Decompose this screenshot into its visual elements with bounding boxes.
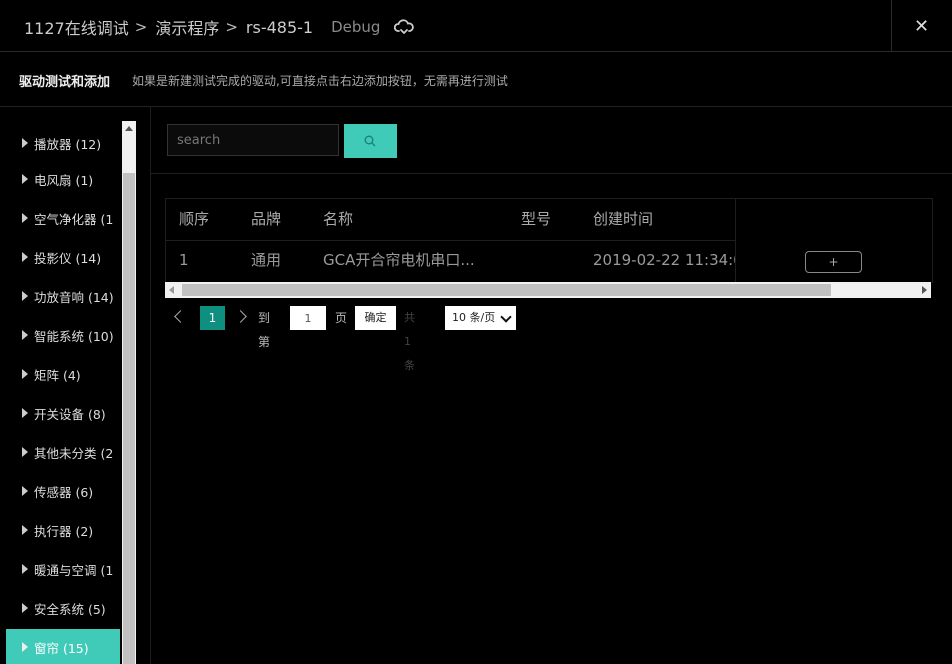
search-button[interactable] [344,124,397,158]
caret-right-icon [22,330,28,340]
scroll-left-arrow-icon[interactable] [169,286,174,294]
scroll-up-arrow-icon[interactable] [122,121,136,137]
caret-right-icon [22,408,28,418]
table-horizontal-scrollbar[interactable] [165,282,931,298]
sidebar-item-label: 暖通与空调 (1 [34,562,114,578]
sidebar-item-label: 其他未分类 (2 [34,445,114,461]
search-input[interactable] [167,124,339,156]
column-header-model: 型号 [521,210,552,228]
page-size-select[interactable]: 10 条/页 [445,306,516,330]
cell-created: 2019-02-22 11:34:0 [593,251,735,269]
sidebar-item-label: 空气净化器 (1 [34,211,114,227]
dialog-header: 1127在线调试 > 演示程序 > rs-485-1 Debug ✕ [0,0,952,52]
total-count: 共 1 条 [404,311,415,372]
sidebar-item[interactable]: 传感器 (6) [6,473,120,509]
page-unit-label: 页 [335,311,348,325]
sidebar-item[interactable]: 执行器 (2) [6,512,120,548]
action-column: + [735,199,932,283]
goto-confirm-button[interactable]: 确定 [355,306,396,330]
sidebar-item[interactable]: 电风扇 (1) [6,161,120,197]
sidebar-item-label: 播放器 (12) [34,136,102,152]
breadcrumb-separator: > [134,18,148,36]
caret-right-icon [22,252,28,262]
sidebar-item-label: 传感器 (6) [34,484,94,500]
column-header-order: 顺序 [179,210,210,228]
breadcrumb-separator: > [225,18,238,36]
sidebar-item[interactable]: 矩阵 (4) [6,356,120,392]
caret-right-icon [22,603,28,613]
debug-mode-label: Debug [331,18,381,36]
sidebar-item[interactable]: 暖通与空调 (1 [6,551,120,587]
sidebar-item-label: 安全系统 (5) [34,601,106,617]
column-header-created: 创建时间 [593,210,654,228]
sidebar-item-label: 投影仪 (14) [34,250,102,266]
close-area: ✕ [891,0,952,51]
page-size-value: 10 条/页 [452,311,496,324]
search-icon [364,135,376,147]
caret-right-icon [22,138,28,148]
add-driver-button[interactable]: + [805,251,862,273]
scrollbar-thumb[interactable] [123,173,135,664]
sidebar-item[interactable]: 开关设备 (8) [6,395,120,431]
section-description: 如果是新建测试完成的驱动,可直接点击右边添加按钮，无需再进行测试 [132,74,508,88]
sidebar-item-label: 开关设备 (8) [34,406,106,422]
sidebar-scrollbar[interactable] [122,121,136,664]
breadcrumb-port: rs-485-1 [245,17,314,37]
sidebar-item-label: 功放音响 (14) [34,289,114,305]
sidebar-item[interactable]: 其他未分类 (2 [6,434,120,470]
column-header-name: 名称 [323,210,354,228]
cell-name: GCA开合帘电机串口... [323,251,475,269]
sidebar-item[interactable]: 智能系统 (10) [6,317,120,353]
caret-right-icon [22,369,28,379]
breadcrumb-program[interactable]: 演示程序 [155,15,219,39]
scroll-right-arrow-icon[interactable] [922,286,927,294]
chevron-down-icon [500,311,512,323]
caret-right-icon [22,525,28,535]
sidebar-item[interactable]: 窗帘 (15) [6,629,120,664]
close-icon[interactable]: ✕ [914,16,929,37]
sidebar-item-label: 窗帘 (15) [34,640,89,656]
chevron-right-icon[interactable] [234,310,247,323]
caret-right-icon [22,213,28,223]
sidebar-item[interactable]: 投影仪 (14) [6,239,120,275]
scrollbar-thumb[interactable] [182,284,831,296]
caret-right-icon [22,486,28,496]
sidebar-item-label: 智能系统 (10) [34,328,114,344]
cloud-sync-icon[interactable] [394,18,415,36]
sidebar-item-label: 执行器 (2) [34,523,94,539]
column-header-brand: 品牌 [251,210,282,228]
caret-right-icon [22,174,28,184]
goto-page-input[interactable] [290,306,326,330]
divider [150,106,151,664]
driver-table: 顺序 品牌 名称 型号 创建时间 1 通用 GCA开合帘电机串口... 2019… [165,198,933,283]
caret-right-icon [22,291,28,301]
sidebar-item-label: 电风扇 (1) [34,172,94,188]
caret-right-icon [22,564,28,574]
caret-right-icon [22,447,28,457]
section-title: 驱动测试和添加 [19,75,111,90]
sidebar-item-label: 矩阵 (4) [34,367,81,383]
goto-label: 到第 [258,311,271,349]
sidebar-item[interactable]: 功放音响 (14) [6,278,120,314]
breadcrumb: 1127在线调试 > 演示程序 > rs-485-1 Debug [24,15,415,39]
breadcrumb-project[interactable]: 1127在线调试 [24,15,129,39]
caret-right-icon [22,642,28,652]
divider [151,173,952,174]
cell-brand: 通用 [251,251,282,269]
category-sidebar: 播放器 (12) 电风扇 (1) 空气净化器 (1 投影仪 (14) 功放音响 (14)… [6,121,120,664]
section-header: 驱动测试和添加 如果是新建测试完成的驱动,可直接点击右边添加按钮，无需再进行测试 [0,52,952,107]
chevron-left-icon[interactable] [174,310,187,323]
page-button-current[interactable]: 1 [200,306,225,330]
sidebar-item[interactable]: 播放器 (12) [6,125,120,161]
sidebar-item[interactable]: 安全系统 (5) [6,590,120,626]
cell-order: 1 [179,251,189,269]
sidebar-item[interactable]: 空气净化器 (1 [6,200,120,236]
